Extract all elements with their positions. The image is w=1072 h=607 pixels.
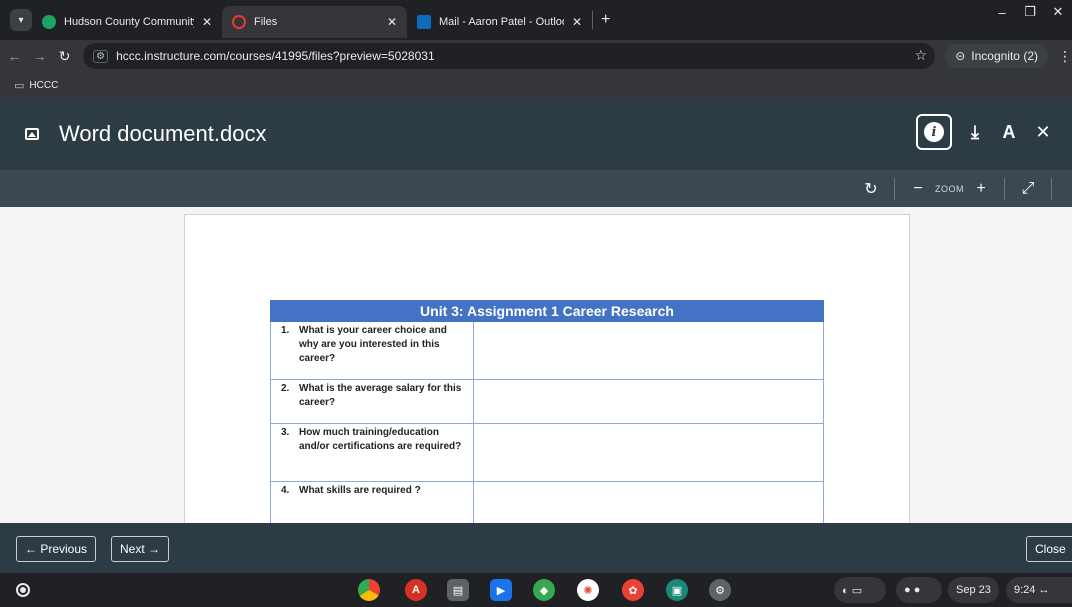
os-shelf: A ▤ ▶ ◆ ✺ ✿ ▣ ⚙ ◐ ▭ ● ● Sep 23 9:24 ↔ — [0, 573, 1072, 607]
hccc-favicon-icon — [42, 15, 56, 29]
table-row: 1. What is your career choice and why are… — [270, 321, 824, 380]
network-icon: ↔ — [1038, 584, 1050, 596]
question-text: What is the average salary for this care… — [299, 383, 462, 408]
question-cell: 4. What skills are required ? — [270, 481, 474, 523]
preview-header: Word document.docx i ⤓ A ✕ — [0, 98, 1072, 170]
canvas-favicon-icon — [232, 15, 246, 29]
vpn-icon[interactable]: ◆ — [533, 579, 555, 601]
toolbar-divider — [1051, 177, 1052, 200]
bookmarks-bar: ▭ HCCC — [0, 72, 1072, 98]
table-row: 4. What skills are required ? — [270, 481, 824, 523]
status-area[interactable]: 9:24 ↔ — [1006, 577, 1072, 603]
minimize-icon[interactable]: – — [988, 5, 1016, 20]
bookmark-folder-icon: ▭ — [14, 79, 25, 92]
next-button[interactable]: Next → — [111, 536, 170, 562]
reload-icon[interactable]: ↻ — [54, 48, 75, 65]
previous-button[interactable]: ← Previous — [16, 536, 97, 562]
chrome-icon[interactable] — [358, 579, 380, 601]
image-file-icon — [25, 128, 39, 140]
screencast-icon[interactable]: ▶ — [490, 579, 512, 601]
canvas-icon[interactable]: ✺ — [577, 579, 599, 601]
answer-cell — [473, 481, 824, 523]
bookmark-star-icon[interactable]: ☆ — [915, 47, 928, 64]
document-page: Unit 3: Assignment 1 Career Research 1. W… — [184, 214, 910, 523]
close-preview-icon[interactable]: ✕ — [1026, 122, 1060, 143]
new-tab-button[interactable]: + — [601, 11, 610, 29]
close-window-icon[interactable]: ✕ — [1044, 4, 1072, 20]
rotate-icon[interactable]: ↻ — [856, 179, 886, 199]
maximize-icon[interactable]: ❐ — [1016, 4, 1044, 20]
files-icon[interactable]: ▤ — [447, 579, 469, 601]
accessibility-icon[interactable]: A — [992, 122, 1026, 143]
info-icon: i — [924, 122, 944, 142]
browser-menu-icon[interactable]: ⋮ — [1058, 48, 1072, 65]
chatgpt-icon[interactable]: ✿ — [622, 579, 644, 601]
notification-icon[interactable]: ● ● — [896, 577, 942, 603]
incognito-icon: ⊝ — [955, 49, 966, 63]
settings-icon[interactable]: ⚙ — [709, 579, 731, 601]
browser-toolbar: ← → ↻ ⚙ hccc.instructure.com/courses/419… — [0, 40, 1072, 72]
acrobat-icon[interactable]: A — [405, 579, 427, 601]
holding-space-icon[interactable]: ◐ ▭ — [834, 577, 886, 603]
site-info-icon[interactable]: ⚙ — [93, 49, 109, 63]
table-row: 2. What is the average salary for this ca… — [270, 379, 824, 424]
answer-cell — [473, 423, 824, 482]
table-title: Unit 3: Assignment 1 Career Research — [270, 300, 824, 322]
tab-hudson-county[interactable]: Hudson County Community Co ✕ — [32, 6, 222, 38]
launcher-icon[interactable] — [16, 583, 30, 597]
fullscreen-icon[interactable]: ⤢ — [1013, 180, 1043, 198]
incognito-indicator[interactable]: ⊝ Incognito (2) — [945, 44, 1048, 68]
answer-cell — [473, 321, 824, 380]
outlook-icon[interactable]: ▣ — [666, 579, 688, 601]
back-arrow-icon[interactable]: ← — [4, 48, 25, 64]
question-text: How much training/education and/or certi… — [299, 427, 462, 452]
browser-tab-strip: ▾ Hudson County Community Co ✕ Files ✕ M… — [0, 0, 1072, 40]
table-row: 3. How much training/education and/or cer… — [270, 423, 824, 482]
close-tab-icon[interactable]: ✕ — [572, 15, 582, 29]
outlook-favicon-icon — [417, 15, 431, 29]
preview-header-tools: i ⤓ A ✕ — [916, 114, 1060, 150]
shelf-date[interactable]: Sep 23 — [948, 577, 999, 603]
screen: ▾ Hudson County Community Co ✕ Files ✕ M… — [0, 0, 1072, 607]
tab-outlook-mail[interactable]: Mail - Aaron Patel - Outlook ✕ — [407, 6, 592, 38]
bookmark-hccc[interactable]: HCCC — [29, 80, 58, 91]
tab-search-chevron-icon[interactable]: ▾ — [10, 9, 32, 31]
career-research-table: Unit 3: Assignment 1 Career Research 1. W… — [270, 300, 824, 523]
address-bar[interactable]: ⚙ hccc.instructure.com/courses/41995/fil… — [83, 43, 936, 69]
forward-arrow-icon[interactable]: → — [29, 48, 50, 64]
download-icon[interactable]: ⤓ — [958, 122, 992, 143]
question-cell: 1. What is your career choice and why are… — [270, 321, 474, 380]
shelf-time: 9:24 — [1014, 584, 1036, 596]
answer-cell — [473, 379, 824, 424]
close-button[interactable]: Close — [1026, 536, 1072, 562]
toolbar-divider — [1004, 177, 1005, 200]
question-text: What skills are required ? — [299, 485, 421, 496]
info-button[interactable]: i — [916, 114, 952, 150]
preview-navigation: ← Previous Next → Close — [0, 523, 1072, 573]
tab-separator — [592, 11, 593, 29]
url-text: hccc.instructure.com/courses/41995/files… — [116, 49, 435, 63]
question-cell: 3. How much training/education and/or cer… — [270, 423, 474, 482]
window-controls: – ❐ ✕ — [988, 0, 1072, 24]
zoom-label: ZOOM — [935, 183, 964, 194]
question-text: What is your career choice and why are y… — [299, 325, 447, 364]
zoom-out-icon[interactable]: − — [903, 180, 933, 198]
zoom-in-icon[interactable]: + — [966, 180, 996, 198]
document-viewer[interactable]: Unit 3: Assignment 1 Career Research 1. W… — [0, 207, 1072, 523]
document-toolbar: ↻ − ZOOM + ⤢ — [0, 170, 1072, 207]
document-title: Word document.docx — [59, 121, 267, 146]
tab-files[interactable]: Files ✕ — [222, 6, 407, 38]
question-cell: 2. What is the average salary for this ca… — [270, 379, 474, 424]
close-tab-icon[interactable]: ✕ — [387, 15, 397, 29]
toolbar-divider — [894, 177, 895, 200]
close-tab-icon[interactable]: ✕ — [202, 15, 212, 29]
